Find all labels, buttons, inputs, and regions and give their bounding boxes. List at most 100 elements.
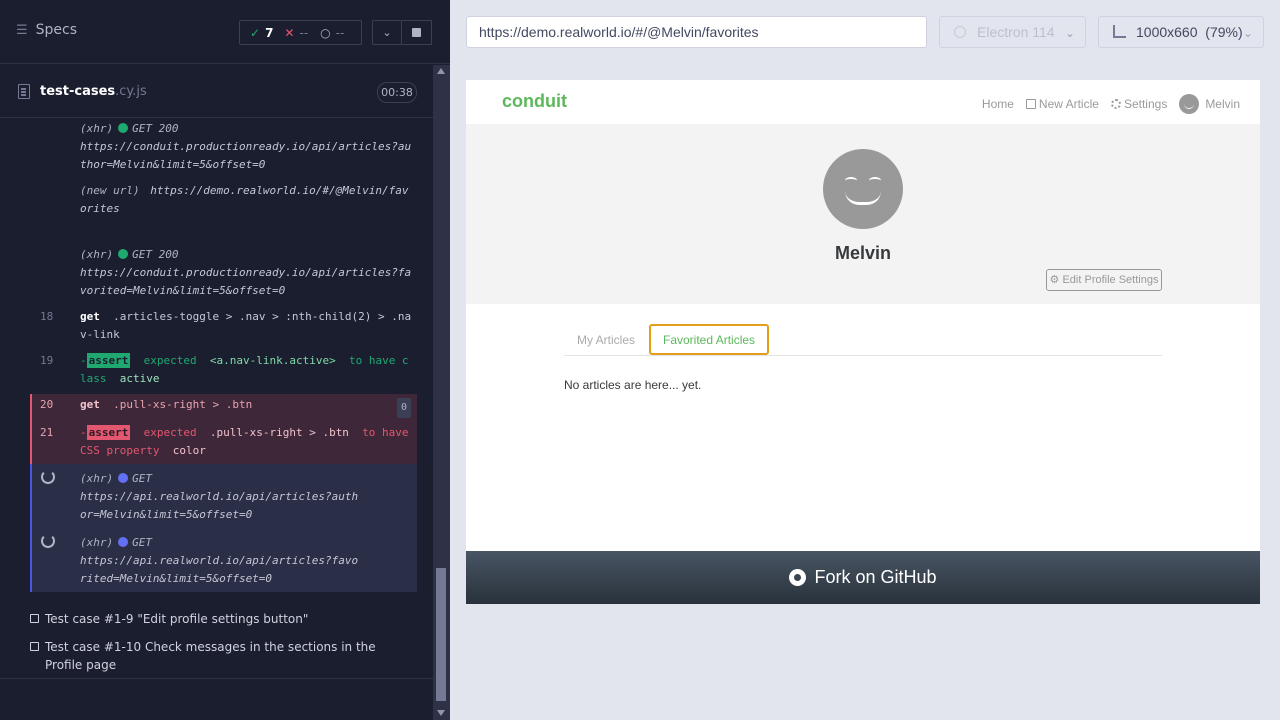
assert-badge: assert [86,353,131,368]
nav-label: New Article [1038,97,1099,111]
eye [845,177,857,184]
file-ext-text: .cy.js [115,84,147,99]
github-footer[interactable]: Fork on GitHub [466,551,1260,604]
app-navbar: conduit Home New Article Settings Melvin [466,80,1260,124]
log-entry-assert[interactable]: 19 - assert expected <a.nav-link.active> … [30,352,417,388]
checkbox-icon [30,642,39,651]
spec-file-name[interactable]: test-cases.cy.js [40,84,147,99]
footer-label: Fork on GitHub [814,567,937,587]
viewport-selector[interactable]: 1000x660 (79%) ⌄ [1098,16,1264,48]
test-stats: ✓ 7 ✕ -- ○ -- [239,20,362,45]
element-count-badge: 0 [396,398,411,418]
file-icon [18,84,30,99]
nav-links: Home New Article Settings Melvin [982,94,1240,114]
empty-message: No articles are here... yet. [564,378,702,392]
status-dot-icon [118,473,129,483]
specs-toggle[interactable]: ☰ Specs [16,22,77,38]
log-entry-get-failed[interactable]: 20 get .pull-xs-right > .btn 0 [30,394,417,420]
pending-count: -- [335,25,345,40]
nav-label: Home [981,97,1014,111]
command-selector: .articles-toggle > .nav > :nth-child(2) … [80,310,412,341]
nav-new-article[interactable]: New Article [1025,97,1099,111]
command-name: get [80,398,100,411]
passed-count: 7 [265,25,274,40]
log-prefix: (xhr) [80,472,114,485]
scroll-down-icon[interactable] [437,710,445,716]
nav-label: Settings [1123,97,1168,111]
command-selector: .pull-xs-right > .btn [113,398,253,411]
log-entry-assert-failed[interactable]: 21 - assert expected .pull-xs-right > .bt… [30,420,417,464]
nav-profile[interactable]: Melvin [1179,94,1240,114]
scrollbar[interactable] [433,65,450,720]
log-prefix: (xhr) [80,248,114,261]
log-url: https://api.realworld.io/api/articles?fa… [80,554,359,585]
spinner-icon [41,470,55,484]
log-url: https://api.realworld.io/api/articles?au… [80,490,359,521]
menu-icon: ☰ [16,22,28,38]
status-dot-icon [118,537,129,547]
avatar [1179,94,1200,114]
test-item[interactable]: Test case #1-9 "Edit profile settings bu… [30,610,390,628]
command-name: get [80,310,100,323]
tab-favorited-articles[interactable]: Favorited Articles [649,324,770,355]
assert-target: <a.nav-link.active> [209,354,336,367]
articles-toggle: My Articles Favorited Articles [564,324,1162,356]
test-item[interactable]: Test case #1-10 Check messages in the se… [30,638,390,674]
chevron-down-icon[interactable]: ⌄ [372,20,402,45]
file-name-text: test-cases [40,84,116,99]
spec-file-header: test-cases.cy.js 00:38 [0,65,433,118]
log-method: GET [132,536,152,549]
assert-target: .pull-xs-right > .btn [209,426,349,439]
scrollbar-thumb[interactable] [436,568,446,701]
checkbox-icon [30,614,39,623]
assert-text: expected [143,354,197,367]
log-method: GET [132,472,152,485]
url-bar[interactable]: https://demo.realworld.io/#/@Melvin/favo… [466,16,927,48]
assert-value: color [172,444,206,457]
browser-label: Electron 114 [977,24,1055,40]
status-dot-icon [118,123,129,133]
log-entry-newurl[interactable]: (new url) https://demo.realworld.io/#/@M… [30,182,417,238]
line-number: 21 [40,426,54,439]
log-prefix: (xhr) [80,536,114,549]
check-icon: ✓ [250,25,261,40]
command-log: (xhr) GET 200 https://conduit.productionr… [0,118,433,720]
gear-icon: ⚙ [1049,274,1060,286]
browser-selector[interactable]: Electron 114 ⌄ [939,16,1086,48]
line-number: 19 [40,354,54,367]
log-entry-pending-xhr[interactable]: (xhr) GET https://api.realworld.io/api/ar… [30,528,417,592]
brand-logo[interactable]: conduit [502,91,567,112]
log-entry-pending-xhr[interactable]: (xhr) GET https://api.realworld.io/api/ar… [30,464,417,528]
stop-icon [412,28,421,37]
tab-my-articles[interactable]: My Articles [564,324,648,355]
assert-value: active [119,372,160,385]
log-url: https://conduit.productionready.io/api/a… [80,266,412,297]
nav-settings[interactable]: Settings [1110,97,1168,111]
command-log-panel: ☰ Specs ✓ 7 ✕ -- ○ -- ⌄ test-cases.cy.js… [0,0,450,720]
gear-icon [1110,99,1121,109]
edit-icon [1025,99,1036,109]
spinner-icon [41,534,55,548]
log-entry-xhr[interactable]: (xhr) GET 200 https://conduit.productionr… [30,246,417,304]
status-dot-icon [118,249,129,259]
log-prefix: (new url) [80,184,140,197]
log-entry-get[interactable]: 18 get .articles-toggle > .nav > :nth-ch… [30,308,417,346]
log-url: https://conduit.productionready.io/api/a… [80,140,412,171]
x-icon: ✕ [284,25,295,40]
profile-banner: Melvin ⚙ Edit Profile Settings [466,124,1260,304]
profile-avatar [823,149,903,229]
viewport-label: 1000x660 (79%) [1136,24,1243,40]
edit-profile-button[interactable]: ⚙ Edit Profile Settings [1046,269,1162,291]
reporter-header: ☰ Specs ✓ 7 ✕ -- ○ -- ⌄ [0,0,450,64]
scroll-up-icon[interactable] [437,68,445,74]
stop-button[interactable] [402,20,432,45]
log-entry-xhr[interactable]: (xhr) GET 200 https://conduit.productionr… [30,120,417,178]
profile-username: Melvin [834,243,891,263]
nav-home[interactable]: Home [982,97,1014,111]
divider [0,678,433,679]
app-under-test: conduit Home New Article Settings Melvin… [466,80,1260,604]
nav-label: Melvin [1205,97,1240,111]
test-title: Test case #1-10 Check messages in the se… [45,640,376,672]
specs-label: Specs [35,22,78,38]
assert-text: expected [143,426,197,439]
